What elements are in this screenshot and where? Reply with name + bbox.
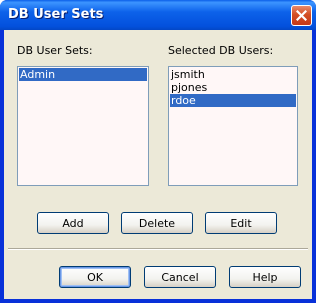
dialog-body: DB User Sets: Admin Selected DB Users: j… [4,30,312,299]
edit-button[interactable]: Edit [205,212,277,234]
selected-users-listbox[interactable]: jsmith pjones rdoe [168,66,298,186]
help-button[interactable]: Help [229,266,301,288]
delete-button[interactable]: Delete [121,212,193,234]
title-bar[interactable]: DB User Sets [0,0,316,30]
user-set-item-admin[interactable]: Admin [19,68,147,81]
cancel-button[interactable]: Cancel [144,266,216,288]
db-user-item-jsmith[interactable]: jsmith [170,68,296,81]
window-title: DB User Sets [8,7,104,22]
close-button[interactable] [291,5,312,26]
db-user-item-rdoe[interactable]: rdoe [170,94,296,107]
close-icon [296,10,307,21]
dialog-window: DB User Sets DB User Sets: Admin Selecte… [0,0,316,303]
db-user-item-pjones[interactable]: pjones [170,81,296,94]
user-sets-listbox[interactable]: Admin [17,66,149,186]
user-sets-label: DB User Sets: [17,44,93,57]
selected-users-label: Selected DB Users: [168,44,274,57]
ok-button[interactable]: OK [59,266,131,288]
add-button[interactable]: Add [37,212,109,234]
separator [8,248,308,250]
